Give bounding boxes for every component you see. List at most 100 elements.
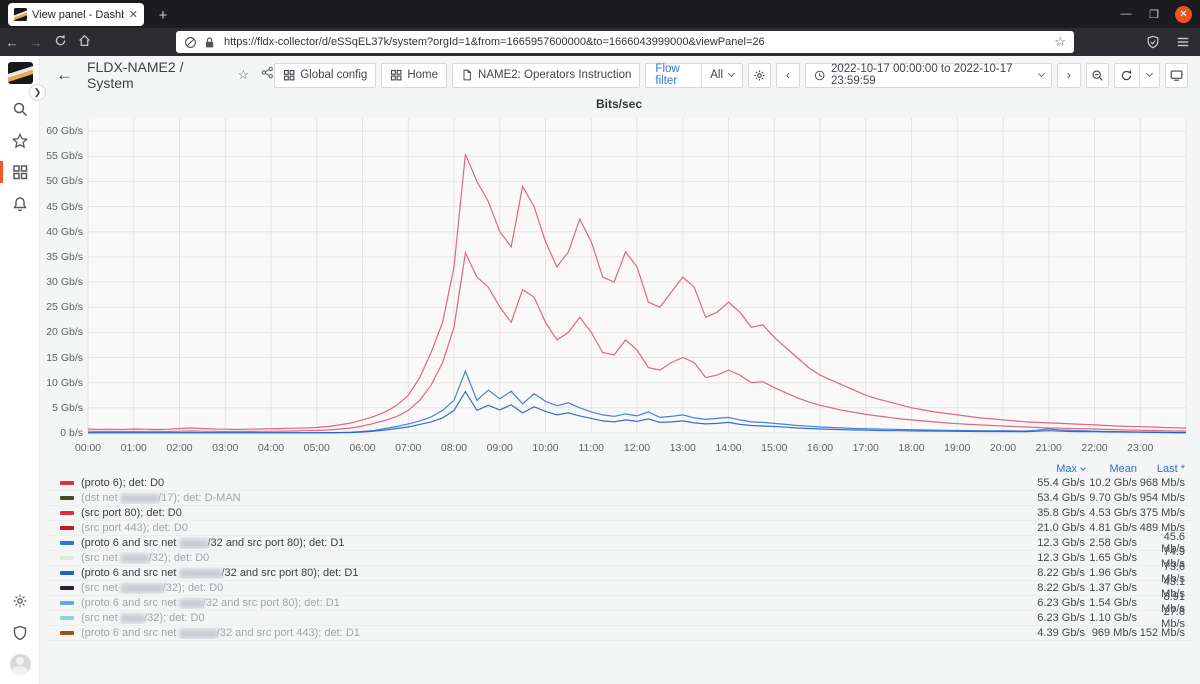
legend-row[interactable]: (src port 443); det: D021.0 Gb/s4.81 Gb/… — [45, 521, 1193, 536]
refresh-interval-dropdown[interactable] — [1140, 63, 1160, 88]
series-label[interactable]: (src net █████████/32); det: D0 — [81, 582, 223, 594]
timeseries-graph[interactable] — [88, 118, 1186, 433]
y-tick-label: 5 Gb/s — [45, 402, 83, 414]
series-label[interactable]: (src net █████/32); det: D0 — [81, 612, 205, 624]
chevron-down-icon — [728, 70, 735, 77]
sidebar-item-starred[interactable] — [0, 126, 40, 156]
legend-header: Max Mean Last * — [45, 461, 1193, 476]
star-icon — [12, 133, 28, 149]
legend-sort-max[interactable]: Max — [1015, 463, 1085, 475]
sidebar-item-server-admin[interactable] — [0, 618, 40, 648]
home-button[interactable]: Home — [381, 63, 447, 88]
zoom-out-button[interactable] — [1086, 63, 1109, 88]
operators-instruction-button[interactable]: NAME2: Operators Instruction — [452, 63, 640, 88]
series-color-swatch[interactable] — [60, 586, 74, 590]
sidebar-item-dashboards[interactable] — [0, 157, 40, 187]
legend-sort-mean[interactable]: Mean — [1085, 463, 1137, 475]
search-icon — [12, 101, 28, 117]
bookmark-star-icon[interactable]: ☆ — [1054, 34, 1066, 50]
window-close-button[interactable]: ✕ — [1175, 6, 1192, 23]
flow-filter-select[interactable]: All — [701, 64, 742, 87]
shield-icon — [12, 625, 28, 641]
series-color-swatch[interactable] — [60, 556, 74, 560]
legend-row[interactable]: (proto 6 and src net █████/32 and src po… — [45, 596, 1193, 611]
x-tick-label: 22:00 — [1071, 442, 1119, 454]
sidebar-expand-chevron[interactable]: ❯ — [29, 84, 46, 101]
sidebar-item-alerting[interactable] — [0, 189, 40, 219]
series-color-swatch[interactable] — [60, 481, 74, 485]
series-color-swatch[interactable] — [60, 571, 74, 575]
legend-row[interactable]: (src net █████████/32); det: D08.22 Gb/s… — [45, 581, 1193, 596]
value-last: 968 Mb/s — [1137, 477, 1185, 489]
y-tick-label: 25 Gb/s — [45, 301, 83, 313]
legend-row[interactable]: (proto 6); det: D055.4 Gb/s10.2 Gb/s968 … — [45, 476, 1193, 491]
tracking-protection-icon[interactable] — [184, 36, 197, 49]
back-to-dashboard-icon[interactable]: ← — [56, 65, 73, 85]
series-label[interactable]: (src port 443); det: D0 — [81, 522, 188, 534]
window-maximize-button[interactable]: ❐ — [1147, 8, 1161, 21]
grafana-favicon — [14, 8, 27, 21]
value-mean: 1.10 Gb/s — [1085, 612, 1137, 624]
series-label[interactable]: (proto 6); det: D0 — [81, 477, 164, 489]
legend-row[interactable]: (dst net ████████/17); det: D-MAN53.4 Gb… — [45, 491, 1193, 506]
series-label[interactable]: (src net ██████/32); det: D0 — [81, 552, 209, 564]
time-range-picker[interactable]: 2022-10-17 00:00:00 to 2022-10-17 23:59:… — [805, 63, 1053, 88]
refresh-button[interactable] — [1114, 63, 1140, 88]
home-icon[interactable] — [72, 34, 96, 50]
panel-settings-button[interactable] — [748, 63, 771, 88]
series-color-swatch[interactable] — [60, 496, 74, 500]
flow-filter-label[interactable]: Flow filter — [646, 63, 701, 87]
x-tick-label: 20:00 — [979, 442, 1027, 454]
url-input[interactable] — [222, 35, 1048, 49]
series-label[interactable]: (src port 80); det: D0 — [81, 507, 182, 519]
series-label[interactable]: (proto 6 and src net ████████/32 and src… — [81, 627, 360, 639]
window-minimize-button[interactable]: — — [1119, 8, 1133, 20]
star-dashboard-icon[interactable]: ☆ — [238, 67, 250, 83]
x-tick-label: 08:00 — [430, 442, 478, 454]
menu-hamburger-icon[interactable] — [1176, 35, 1190, 49]
lock-icon[interactable] — [203, 36, 216, 49]
series-color-swatch[interactable] — [60, 541, 74, 545]
global-config-button[interactable]: Global config — [274, 63, 376, 88]
browser-tab[interactable]: View panel - Dashboards ✕ — [8, 3, 144, 26]
time-shift-back-button[interactable]: ‹ — [776, 63, 799, 88]
back-icon[interactable]: ← — [0, 35, 24, 50]
grafana-logo[interactable] — [8, 62, 33, 84]
legend-sort-last[interactable]: Last * — [1137, 463, 1185, 475]
cycle-view-mode-button[interactable] — [1165, 63, 1188, 88]
share-icon[interactable] — [261, 66, 274, 84]
legend-row[interactable]: (src net █████/32); det: D06.23 Gb/s1.10… — [45, 611, 1193, 626]
series-color-swatch[interactable] — [60, 631, 74, 635]
series-color-swatch[interactable] — [60, 511, 74, 515]
bell-icon — [12, 196, 28, 212]
series-label[interactable]: (proto 6 and src net █████/32 and src po… — [81, 597, 340, 609]
redacted-ip: █████████ — [179, 569, 221, 578]
value-max: 21.0 Gb/s — [1015, 522, 1085, 534]
sidebar-item-profile[interactable] — [0, 649, 40, 679]
reload-icon[interactable] — [48, 34, 72, 50]
shield-permissions-icon[interactable] — [1146, 35, 1160, 49]
legend-row[interactable]: (proto 6 and src net ████████/32 and src… — [45, 626, 1193, 641]
series-color-swatch[interactable] — [60, 601, 74, 605]
legend-row[interactable]: (src port 80); det: D035.8 Gb/s4.53 Gb/s… — [45, 506, 1193, 521]
sidebar-item-configuration[interactable] — [0, 586, 40, 616]
url-bar[interactable]: ☆ — [176, 31, 1074, 53]
series-label[interactable]: (dst net ████████/17); det: D-MAN — [81, 492, 241, 504]
value-last: 152 Mb/s — [1137, 627, 1185, 639]
global-config-label: Global config — [300, 69, 367, 81]
value-max: 55.4 Gb/s — [1015, 477, 1085, 489]
forward-icon[interactable]: → — [24, 35, 48, 50]
time-shift-forward-button[interactable]: › — [1057, 63, 1080, 88]
value-mean: 1.65 Gb/s — [1085, 552, 1137, 564]
legend-row[interactable]: (src net ██████/32); det: D012.3 Gb/s1.6… — [45, 551, 1193, 566]
series-color-swatch[interactable] — [60, 616, 74, 620]
series-color-swatch[interactable] — [60, 526, 74, 530]
new-tab-button[interactable]: + — [152, 4, 174, 26]
legend-row[interactable]: (proto 6 and src net ██████/32 and src p… — [45, 536, 1193, 551]
series-label[interactable]: (proto 6 and src net ██████/32 and src p… — [81, 537, 344, 549]
redacted-ip: ████████ — [121, 494, 158, 503]
series-label[interactable]: (proto 6 and src net █████████/32 and sr… — [81, 567, 358, 579]
tab-close-icon[interactable]: ✕ — [129, 8, 138, 21]
legend-row[interactable]: (proto 6 and src net █████████/32 and sr… — [45, 566, 1193, 581]
redacted-ip: ████████ — [179, 629, 216, 638]
